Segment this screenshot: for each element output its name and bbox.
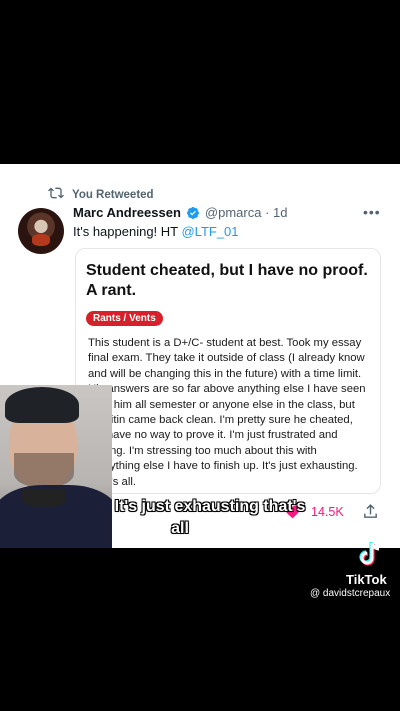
caption-line-2: all: [171, 520, 189, 537]
mention-link[interactable]: @LTF_01: [181, 224, 238, 239]
author-handle[interactable]: @pmarca · 1d: [205, 205, 288, 220]
post-flair-badge: Rants / Vents: [86, 311, 163, 326]
more-options-icon[interactable]: •••: [363, 204, 381, 220]
post-body: This student is a D+/C- student at best.…: [88, 337, 366, 488]
tiktok-logo-icon: [355, 540, 385, 570]
verified-badge-icon: [186, 206, 200, 220]
post-title: Student cheated, but I have no proof. A …: [86, 262, 368, 299]
tiktok-brand: TikTok: [346, 572, 387, 587]
caption-line-1: It's just exhausting that's: [114, 498, 306, 515]
author-row: Marc Andreessen @pmarca · 1d: [73, 205, 287, 220]
retweet-icon: [48, 185, 64, 204]
tweet-text: It's happening! HT @LTF_01: [73, 224, 239, 239]
embedded-post-card[interactable]: Student cheated, but I have no proof. A …: [75, 248, 381, 494]
retweet-label: You Retweeted: [72, 188, 154, 201]
tweet-text-body: It's happening! HT: [73, 224, 182, 239]
tiktok-username: @ davidstcrepaux: [310, 588, 391, 599]
avatar[interactable]: [18, 208, 64, 254]
retweet-indicator: You Retweeted: [48, 185, 154, 204]
author-name[interactable]: Marc Andreessen: [73, 205, 181, 220]
